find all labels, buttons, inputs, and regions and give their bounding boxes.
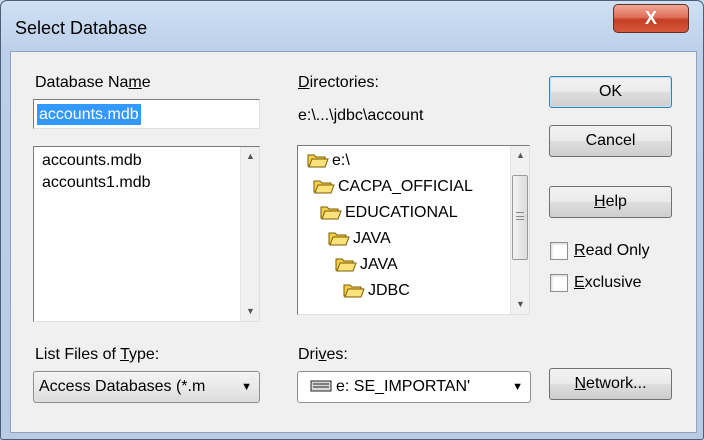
dialog-window: Select Database X Database Name accounts… [0,0,704,440]
scroll-thumb[interactable] [512,175,528,260]
cancel-button[interactable]: Cancel [549,125,672,157]
directory-item[interactable]: JDBC [343,279,410,303]
scroll-down-icon[interactable]: ▼ [511,295,529,314]
folder-open-icon [343,284,365,298]
database-name-value: accounts.mdb [37,104,141,125]
directory-item[interactable]: JAVA [328,227,391,251]
window-title: Select Database [15,18,148,38]
directory-item[interactable]: JAVA [335,253,398,277]
file-type-value: Access Databases (*.m [39,378,206,395]
directories-label: Directories: [298,74,379,91]
drive-value: e: SE_IMPORTAN' [336,378,471,395]
folder-open-icon [335,258,357,272]
directory-item[interactable]: EDUCATIONAL [320,201,458,225]
file-type-select[interactable]: Access Databases (*.m ▼ [33,371,260,403]
ok-button[interactable]: OK [549,76,672,108]
database-name-input[interactable]: accounts.mdb [33,99,260,129]
folder-open-icon [328,232,350,246]
help-button[interactable]: Help [549,186,672,218]
dropdown-arrow-icon: ▼ [241,381,252,393]
file-type-label: List Files of Type: [35,346,160,363]
directory-scrollbar[interactable]: ▲ ▼ [510,146,529,314]
database-name-label: Database Name [35,74,151,91]
folder-open-icon [313,180,335,194]
directory-item[interactable]: CACPA_OFFICIAL [313,175,473,199]
close-button[interactable]: X [613,4,689,33]
read-only-checkbox[interactable] [550,242,568,260]
read-only-label[interactable]: Read Only [574,242,650,260]
list-item[interactable]: accounts.mdb [34,150,259,172]
exclusive-checkbox[interactable] [550,274,568,292]
exclusive-label[interactable]: Exclusive [574,274,642,292]
drives-label: Drives: [298,346,348,363]
folder-open-icon [320,206,342,220]
list-item[interactable]: accounts1.mdb [34,172,259,194]
close-icon: X [644,8,657,28]
network-button[interactable]: Network... [549,368,672,400]
file-list-scrollbar[interactable]: ▲ ▼ [240,147,259,321]
directory-item[interactable]: e:\ [307,149,350,173]
directory-tree[interactable]: e:\ CACPA_OFFICIAL EDUCATIONAL JAVA JAVA… [297,145,530,315]
folder-open-icon [307,154,329,168]
scroll-up-icon[interactable]: ▲ [511,146,529,165]
scroll-down-icon[interactable]: ▼ [241,302,259,321]
database-file-list[interactable]: accounts.mdb accounts1.mdb ▲ ▼ [33,146,260,322]
dropdown-arrow-icon: ▼ [512,381,523,393]
drive-icon [310,380,332,392]
current-directory-path: e:\...\jdbc\account [298,107,424,124]
drive-select[interactable]: e: SE_IMPORTAN' ▼ [297,371,531,403]
scroll-up-icon[interactable]: ▲ [241,147,259,166]
